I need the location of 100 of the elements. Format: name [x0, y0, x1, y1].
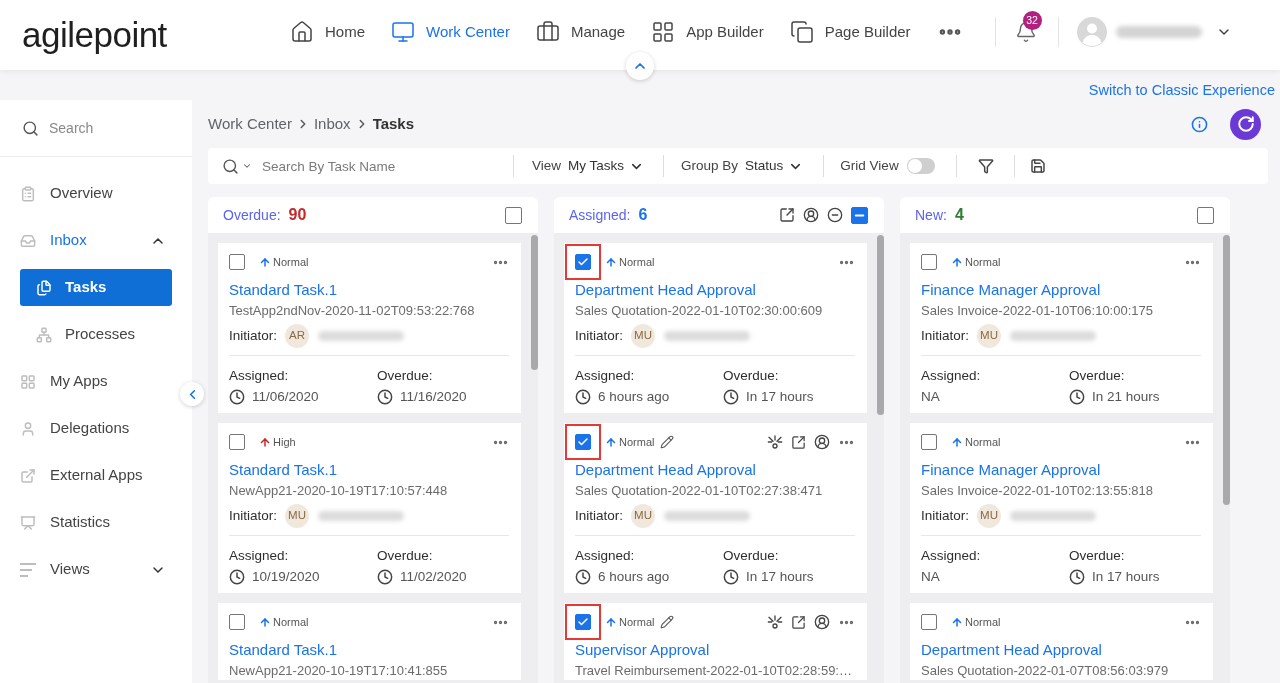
nav-tab[interactable]: Page Builder	[789, 20, 911, 44]
task-subtitle: Travel Reimbursement-2022-01-10T02:28:59:…	[575, 662, 853, 680]
sidebar-item[interactable]: External Apps	[0, 452, 176, 499]
scrollbar-thumb[interactable]	[877, 235, 884, 415]
lines-icon	[20, 561, 36, 578]
task-card[interactable]: Normal Department Head Approval Sales Quotation-2022-01-10T02:27:38:471 Initiator: MU Assigned: 6 hours ago Overdue: In 17 hours	[564, 423, 867, 593]
column-count: 4	[954, 205, 964, 225]
checkbox[interactable]	[229, 434, 245, 450]
date-label: Assigned:	[575, 367, 636, 385]
minus-circle-icon[interactable]	[827, 207, 843, 223]
breadcrumb-link[interactable]: Inbox	[313, 112, 351, 136]
task-card[interactable]: High Standard Task.1 NewApp21-2020-10-19T17:10:57:448 Initiator: MU Assigned: 10/19/2020 Overdue: 11/02/2020	[218, 423, 521, 593]
initials-avatar: AR	[285, 324, 310, 348]
task-title[interactable]: Standard Task.1	[229, 279, 509, 301]
filter-icon[interactable]	[977, 158, 994, 174]
sidebar-item[interactable]: Statistics	[0, 499, 176, 546]
initiator-label: Initiator:	[229, 326, 278, 345]
view-dropdown[interactable]: My Tasks	[568, 155, 645, 177]
sidebar-item[interactable]: Overview	[0, 170, 176, 217]
select-all-checkbox[interactable]	[1197, 206, 1214, 224]
task-title[interactable]: Department Head Approval	[575, 279, 855, 301]
checkbox[interactable]	[921, 614, 937, 630]
classic-experience-link[interactable]: Switch to Classic Experience	[1088, 82, 1275, 98]
task-card[interactable]: Normal Department Head Approval Sales Quotation-2022-01-07T08:56:03:979	[910, 603, 1213, 680]
sidebar-item[interactable]: Processes	[20, 316, 172, 353]
info-icon[interactable]	[1191, 115, 1208, 133]
export-icon[interactable]	[791, 614, 806, 630]
task-title[interactable]: Standard Task.1	[229, 459, 509, 481]
date-value: In 17 hours	[1092, 568, 1160, 586]
search-input[interactable]: Search	[49, 116, 169, 140]
pencil-icon[interactable]	[660, 615, 675, 629]
notification-badge: 32	[1022, 11, 1042, 30]
task-title[interactable]: Standard Task.1	[229, 639, 509, 661]
initiator-label: Initiator:	[229, 506, 278, 525]
task-card[interactable]: Normal Standard Task.1 NewApp21-2020-10-19T17:10:41:855	[218, 603, 521, 680]
task-card[interactable]: Normal Finance Manager Approval Sales Invoice-2022-01-10T06:10:00:175 Initiator: MU Assigned: NA Overdue: In 21 hours	[910, 243, 1213, 413]
nav-tab[interactable]: Home	[290, 20, 365, 44]
sidebar-item[interactable]: Inbox	[0, 217, 176, 264]
inbox-icon	[20, 232, 36, 249]
search-icon[interactable]	[222, 157, 239, 175]
task-card[interactable]: Normal Finance Manager Approval Sales Invoice-2022-01-10T02:13:55:818 Initiator: MU Assigned: NA Overdue: In 17 hours	[910, 423, 1213, 593]
check-icon	[577, 256, 589, 268]
checkbox[interactable]	[229, 254, 245, 270]
sidebar-item[interactable]: Views	[0, 546, 176, 593]
task-title[interactable]: Department Head Approval	[575, 459, 855, 481]
date-value: NA	[921, 568, 940, 586]
initiator-label: Initiator:	[921, 506, 970, 525]
task-title[interactable]: Supervisor Approval	[575, 639, 855, 661]
task-subtitle: TestApp2ndNov-2020-11-02T09:53:22:768	[229, 302, 476, 320]
sidebar-item[interactable]: My Apps	[0, 358, 176, 405]
date-value: 6 hours ago	[598, 388, 670, 406]
date-label: Overdue:	[377, 547, 434, 565]
task-card[interactable]: Normal Standard Task.1 TestApp2ndNov-2020-11-02T09:53:22:768 Initiator: AR Assigned: 11/06/2020 Overdue: 11/16/2020	[218, 243, 521, 413]
files-icon	[36, 279, 52, 296]
person-circle-icon[interactable]	[814, 614, 830, 630]
export-icon[interactable]	[779, 207, 795, 223]
checkbox[interactable]	[921, 254, 937, 270]
checkbox[interactable]	[575, 614, 591, 630]
priority-label: Normal	[619, 434, 655, 450]
checkbox[interactable]	[921, 434, 937, 450]
nav-tab[interactable]: App Builder	[651, 20, 764, 44]
task-title[interactable]: Finance Manager Approval	[921, 279, 1201, 301]
scrollbar-thumb[interactable]	[1223, 235, 1230, 505]
export-icon[interactable]	[791, 434, 806, 450]
scrollbar-thumb[interactable]	[531, 235, 538, 370]
burst-icon[interactable]	[767, 614, 783, 630]
sidebar-item[interactable]: Delegations	[0, 405, 176, 452]
toggle-switch[interactable]	[906, 158, 935, 174]
select-all-checkbox[interactable]	[505, 206, 522, 224]
initials-avatar: MU	[631, 324, 656, 348]
search-input[interactable]: Search By Task Name	[262, 154, 502, 178]
task-card[interactable]: Normal Supervisor Approval Travel Reimbursement-2022-01-10T02:28:59:…	[564, 603, 867, 680]
nav-tab[interactable]: Work Center	[391, 20, 510, 44]
breadcrumb-link[interactable]: Work Center	[208, 112, 292, 136]
save-icon[interactable]	[1029, 158, 1046, 174]
grid-icon	[651, 20, 676, 44]
task-subtitle: Sales Invoice-2022-01-10T02:13:55:818	[921, 482, 1154, 500]
priority-label: Normal	[273, 614, 309, 630]
checkbox[interactable]	[575, 254, 591, 270]
refresh-button[interactable]	[1230, 108, 1261, 140]
checkbox[interactable]	[229, 614, 245, 630]
person-circle-icon[interactable]	[803, 207, 819, 223]
collapse-sidebar-button[interactable]	[180, 382, 204, 406]
task-subtitle: NewApp21-2020-10-19T17:10:57:448	[229, 482, 449, 500]
group-by-dropdown[interactable]: Status	[745, 155, 804, 177]
task-title[interactable]: Finance Manager Approval	[921, 459, 1201, 481]
check-icon	[577, 436, 589, 448]
select-all-checkbox[interactable]	[851, 206, 868, 224]
caret-icon[interactable]	[242, 161, 252, 171]
person-circle-icon[interactable]	[814, 434, 830, 450]
task-card[interactable]: Normal Department Head Approval Sales Quotation-2022-01-10T02:30:00:609 Initiator: MU Assigned: 6 hours ago Overdue: In 17 hours	[564, 243, 867, 413]
pencil-icon[interactable]	[660, 435, 675, 449]
checkbox[interactable]	[575, 434, 591, 450]
date-value: 11/02/2020	[400, 568, 467, 586]
initiator-label: Initiator:	[575, 506, 624, 525]
burst-icon[interactable]	[767, 434, 783, 450]
sidebar-item[interactable]: Tasks	[20, 269, 172, 306]
initials-avatar: MU	[977, 504, 1002, 528]
nav-tab[interactable]: Manage	[535, 20, 626, 44]
task-title[interactable]: Department Head Approval	[921, 639, 1201, 661]
